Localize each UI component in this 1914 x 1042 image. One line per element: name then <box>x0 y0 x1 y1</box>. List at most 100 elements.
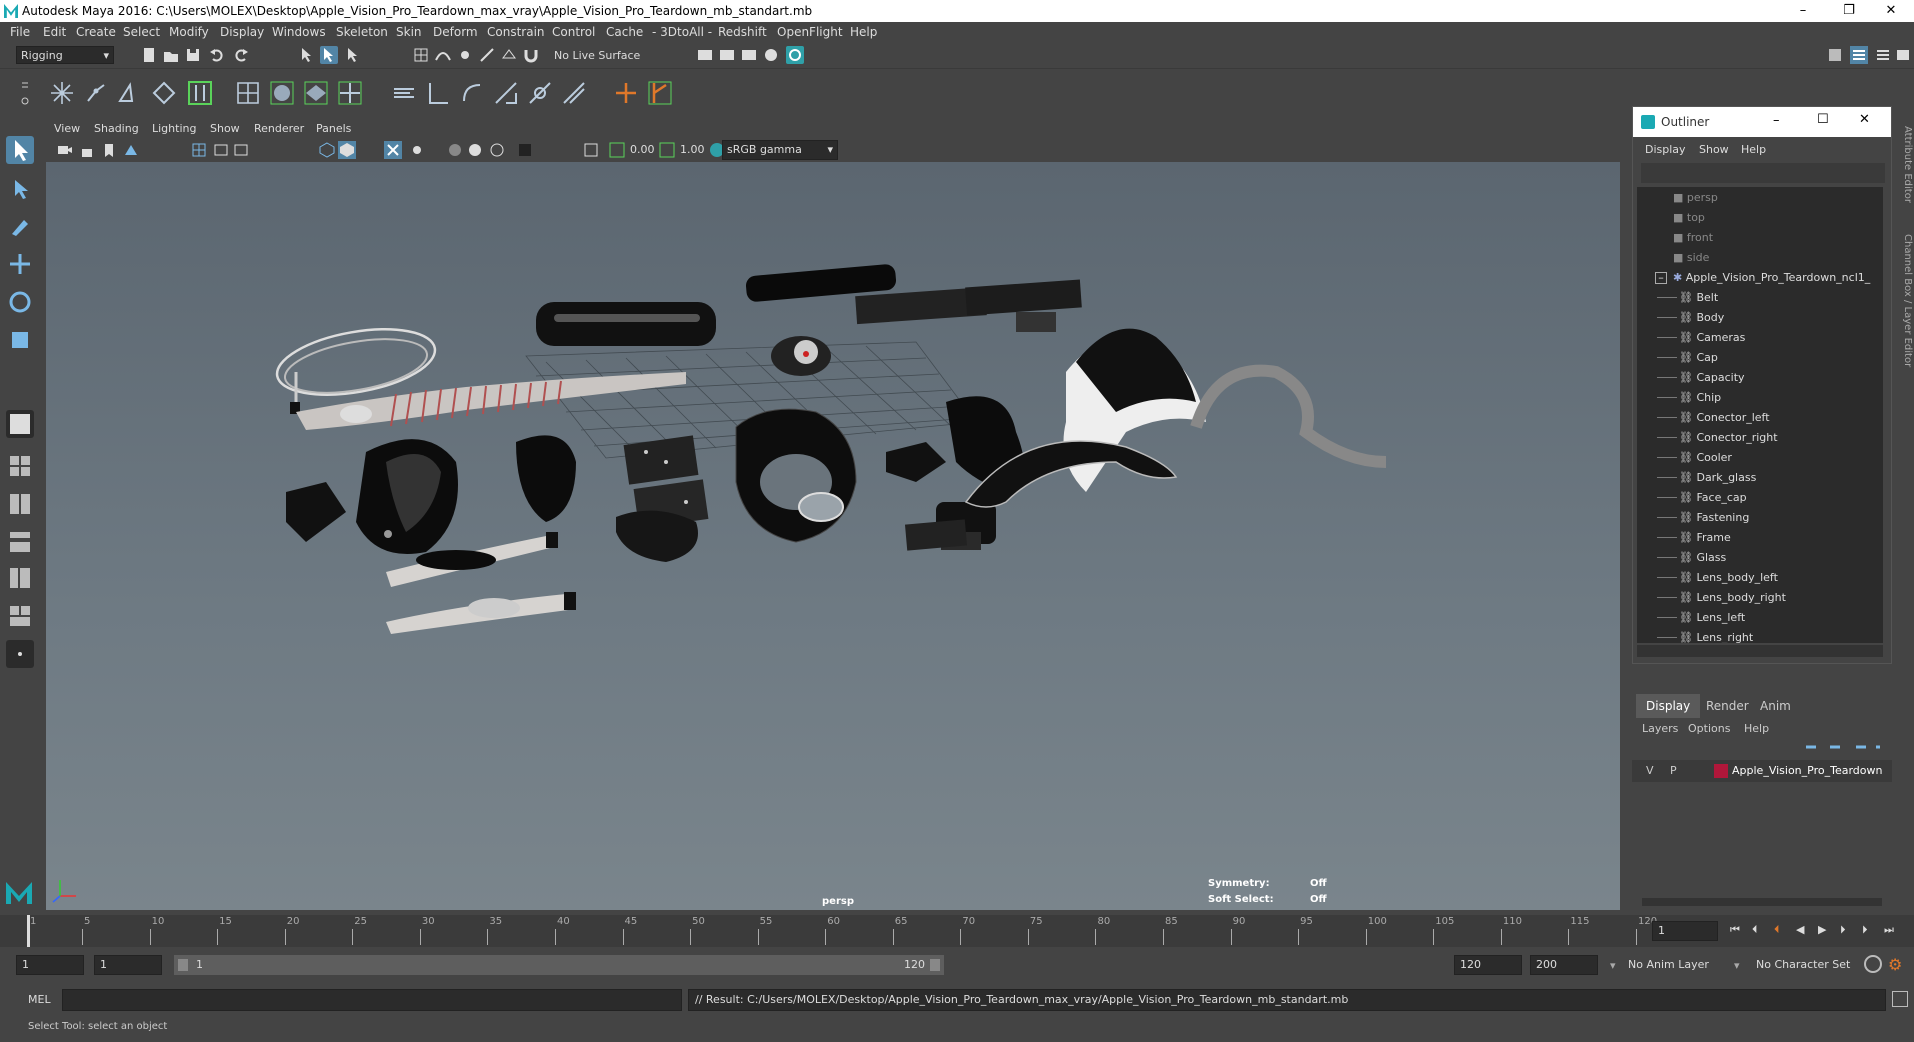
current-frame-field[interactable]: 1 <box>1652 921 1718 941</box>
outliner-maximize-button[interactable]: ☐ <box>1817 112 1829 127</box>
joint-tool-icon[interactable] <box>48 79 76 107</box>
tree-item-mesh[interactable]: ⛓ Conector_right <box>1657 431 1778 451</box>
tree-item-mesh[interactable]: ⛓ Fastening <box>1657 511 1749 531</box>
tree-item-mesh[interactable]: ⛓ Chip <box>1657 391 1721 411</box>
outliner-menu-help[interactable]: Help <box>1741 143 1766 156</box>
shelf-options-icon[interactable] <box>20 79 30 111</box>
menu-file[interactable]: File <box>10 25 30 39</box>
tree-item-mesh[interactable]: ⛓ Lens_right <box>1657 631 1753 643</box>
layers-menu-options[interactable]: Options <box>1688 722 1730 735</box>
redo-icon[interactable] <box>232 46 250 64</box>
menu-modify[interactable]: Modify <box>169 25 209 39</box>
tree-item-mesh[interactable]: ⛓ Cap <box>1657 351 1718 371</box>
far-clip-field[interactable]: 1.00 <box>678 141 705 159</box>
paint-select-tool-icon[interactable] <box>6 212 34 240</box>
far-clip-icon[interactable] <box>658 141 676 159</box>
prev-key-icon[interactable]: ⏴ <box>1774 923 1780 937</box>
tree-item-mesh[interactable]: ⛓ Cameras <box>1657 331 1745 351</box>
paint-weights-icon[interactable] <box>302 79 330 107</box>
single-perspective-layout-icon[interactable] <box>6 410 34 438</box>
tab-anim[interactable]: Anim <box>1750 694 1801 718</box>
tree-item-mesh[interactable]: ⛓ Belt <box>1657 291 1718 311</box>
select-tool-icon[interactable] <box>6 136 34 164</box>
graph-layout-icon[interactable] <box>6 564 34 592</box>
maximize-button[interactable]: ❐ <box>1826 2 1872 20</box>
tab-channel-box[interactable]: Channel Box / Layer Editor <box>1899 234 1913 384</box>
auto-key-icon[interactable] <box>1864 955 1882 973</box>
play-forward-icon[interactable]: ▶ <box>1818 923 1826 936</box>
step-forward-icon[interactable]: ⏵ <box>1862 923 1868 937</box>
magnet-icon[interactable] <box>522 46 540 64</box>
tree-item-mesh[interactable]: ⛓ Frame <box>1657 531 1731 551</box>
outliner-layout-icon[interactable] <box>6 528 34 556</box>
textured-icon[interactable] <box>384 141 402 159</box>
layer-visibility-toggle[interactable]: V <box>1646 764 1654 777</box>
tree-item-root[interactable]: – ✱ Apple_Vision_Pro_Teardown_ncl1_ <box>1655 271 1870 291</box>
select-component-icon[interactable] <box>344 46 362 64</box>
menu-windows[interactable]: Windows <box>272 25 326 39</box>
colorspace-dropdown[interactable]: sRGB gamma ▾ <box>722 140 838 160</box>
script-editor-icon[interactable] <box>1892 991 1908 1007</box>
open-scene-icon[interactable] <box>162 46 180 64</box>
go-to-start-icon[interactable]: ⏮ <box>1730 923 1740 937</box>
motion-blur-icon[interactable] <box>488 141 506 159</box>
menu-help[interactable]: Help <box>850 25 877 39</box>
tree-item-mesh[interactable]: ⛓ Glass <box>1657 551 1726 571</box>
menu-create[interactable]: Create <box>76 25 116 39</box>
collapse-icon[interactable]: – <box>1655 272 1667 284</box>
near-clip-field[interactable]: 0.00 <box>628 141 655 159</box>
perspective-viewport[interactable]: persp Symmetry: Off Soft Select: Off <box>46 162 1620 910</box>
undo-icon[interactable] <box>208 46 226 64</box>
tree-item-top[interactable]: ■ top <box>1673 211 1705 231</box>
lattice-icon[interactable] <box>186 79 214 107</box>
layer-playback-toggle[interactable]: P <box>1670 764 1677 777</box>
snap-curve-icon[interactable] <box>434 46 452 64</box>
time-slider[interactable]: 1 5 10 15 20 25 30 35 40 45 50 55 60 65 70 75 80 85 90 95 10… <box>0 915 1914 947</box>
move-tool-icon[interactable] <box>6 250 34 278</box>
channel-box-toggle-icon[interactable] <box>1874 46 1892 64</box>
playback-start-field[interactable]: 1 <box>94 955 162 975</box>
snap-grid-icon[interactable] <box>412 46 430 64</box>
preferences-icon[interactable]: ⚙ <box>1888 955 1902 974</box>
command-input[interactable] <box>62 989 682 1011</box>
panel-menu-renderer[interactable]: Renderer <box>254 122 304 135</box>
snap-surface-icon[interactable] <box>500 46 518 64</box>
render-settings-icon[interactable] <box>740 46 758 64</box>
tree-item-persp[interactable]: ■ persp <box>1673 191 1718 211</box>
layer-name[interactable]: Apple_Vision_Pro_Teardown <box>1732 764 1882 777</box>
menu-deform[interactable]: Deform <box>433 25 478 39</box>
resolution-gate-icon[interactable] <box>232 141 250 159</box>
rotate-tool-icon[interactable] <box>6 288 34 316</box>
live-surface-label[interactable]: No Live Surface <box>554 49 640 62</box>
playback-end-field[interactable]: 120 <box>1454 955 1522 975</box>
play-back-icon[interactable]: ◀ <box>1796 923 1804 936</box>
parent-constraint-icon[interactable] <box>390 79 418 107</box>
create-deformer-icon[interactable] <box>646 79 674 107</box>
range-end-handle[interactable] <box>930 959 940 971</box>
layer-color-swatch[interactable] <box>1714 764 1728 778</box>
orient-constraint-icon[interactable] <box>458 79 486 107</box>
smooth-shade-icon[interactable] <box>338 141 356 159</box>
range-slider[interactable]: 1 120 <box>174 955 944 975</box>
go-to-end-icon[interactable]: ⏭ <box>1884 923 1894 937</box>
tree-item-mesh[interactable]: ⛓ Body <box>1657 311 1724 331</box>
tree-item-front[interactable]: ■ front <box>1673 231 1713 251</box>
attribute-editor-toggle-icon[interactable] <box>1850 46 1868 64</box>
outliner-minimize-button[interactable]: – <box>1773 113 1780 128</box>
four-view-layout-icon[interactable] <box>6 452 34 480</box>
point-constraint-icon[interactable] <box>424 79 452 107</box>
outliner-horizontal-scrollbar[interactable] <box>1637 645 1883 657</box>
select-object-icon[interactable] <box>320 46 338 64</box>
menu-edit[interactable]: Edit <box>43 25 66 39</box>
render-frame-icon[interactable] <box>696 46 714 64</box>
layers-menu-layers[interactable]: Layers <box>1642 722 1678 735</box>
tree-item-mesh[interactable]: ⛓ Face_cap <box>1657 491 1747 511</box>
ik-spline-icon[interactable] <box>116 79 144 107</box>
outliner-menu-display[interactable]: Display <box>1645 143 1686 156</box>
step-back-icon[interactable]: ⏴ <box>1752 923 1758 937</box>
bind-skin-icon[interactable] <box>234 79 262 107</box>
film-gate-icon[interactable] <box>212 141 230 159</box>
cluster-icon[interactable] <box>150 79 178 107</box>
range-start-handle[interactable] <box>178 959 188 971</box>
camera-select-icon[interactable] <box>56 141 74 159</box>
